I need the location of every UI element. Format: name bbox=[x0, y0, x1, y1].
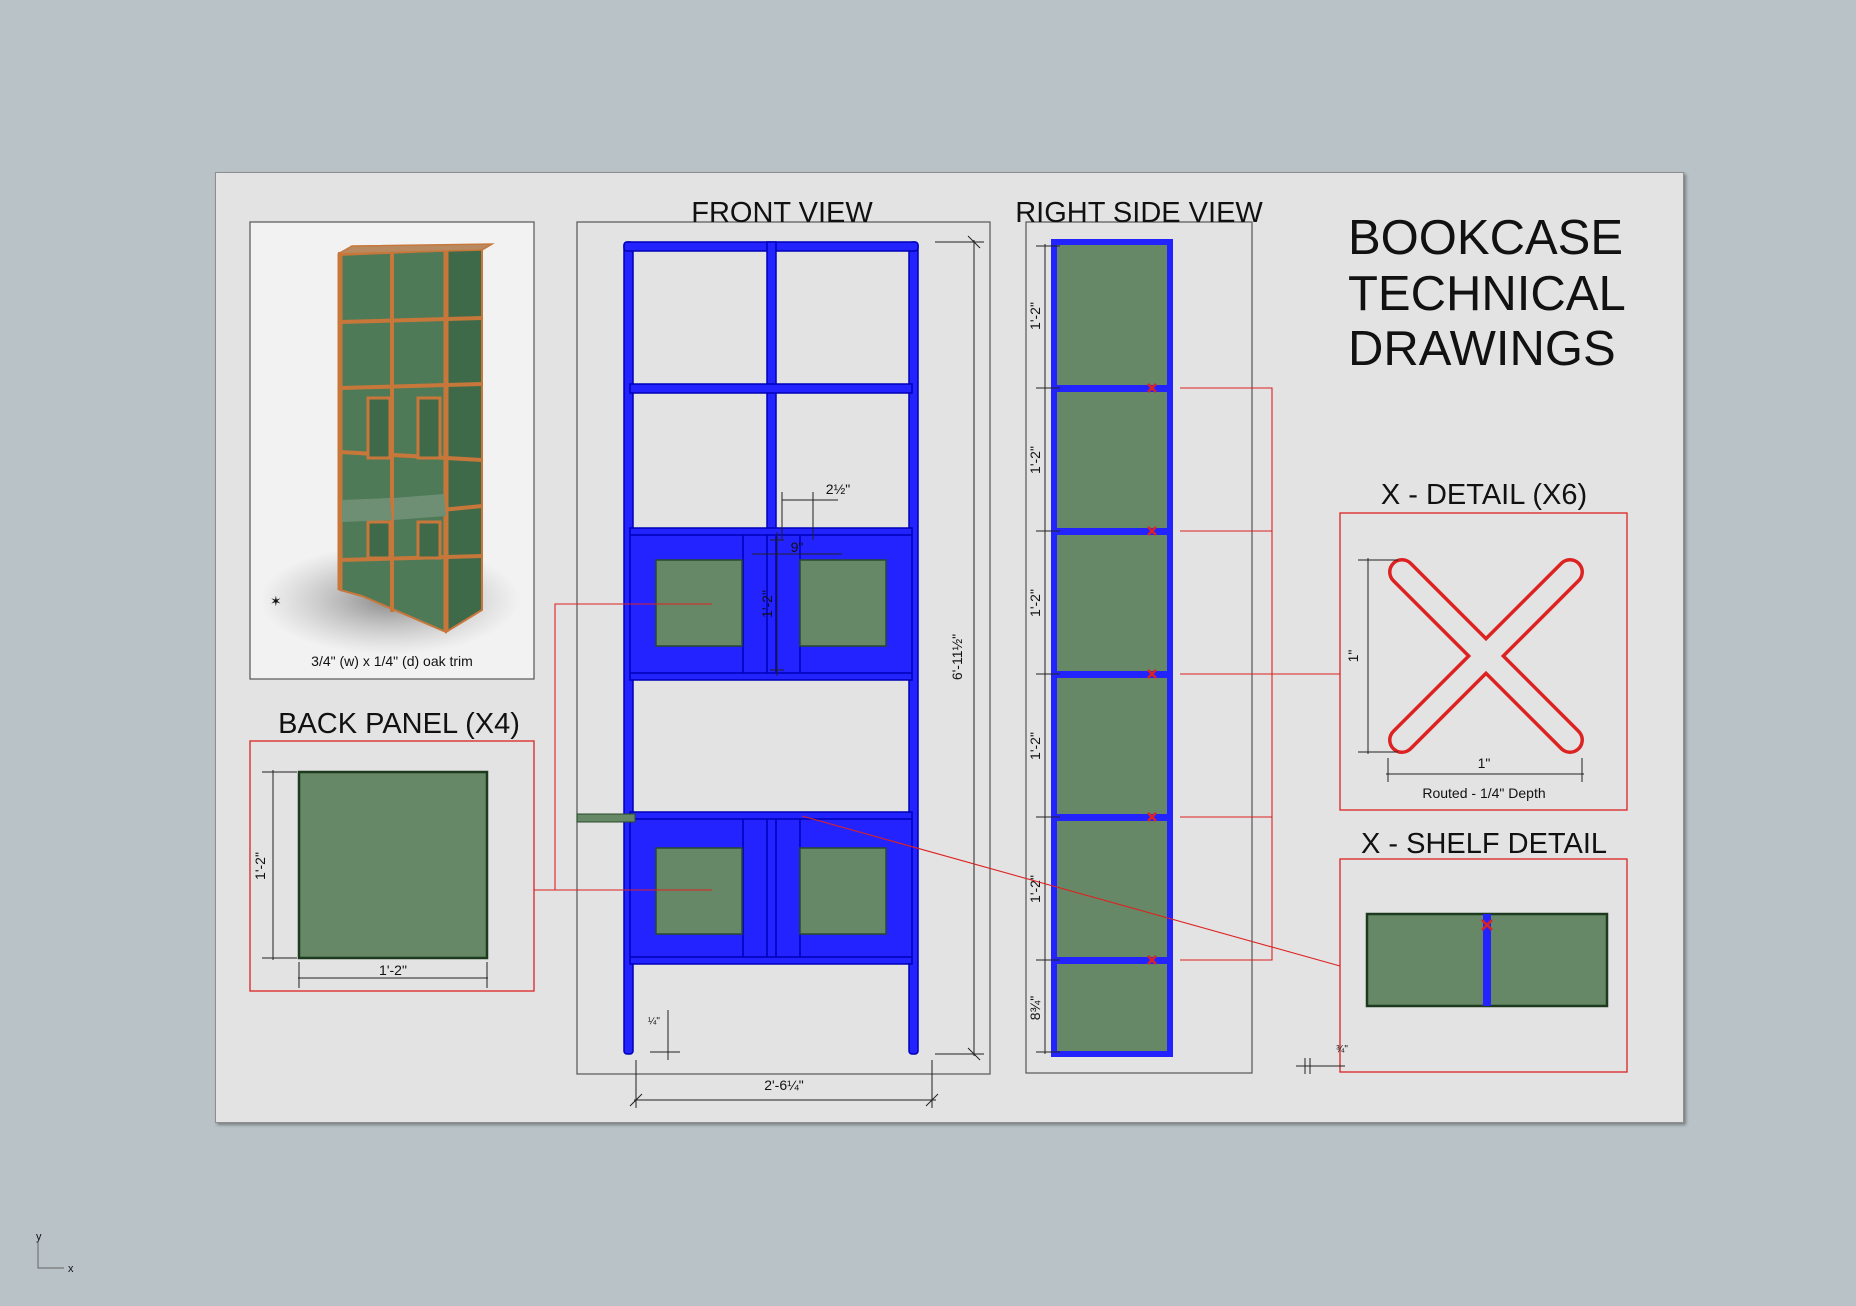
front-dim-width: 2'-6¼" bbox=[764, 1077, 804, 1093]
x-detail-dim-h: 1" bbox=[1478, 755, 1491, 771]
ucs-axis-icon bbox=[37, 1242, 64, 1269]
side-dim-bay-2: 1'-2" bbox=[1027, 446, 1043, 474]
back-panel-title: BACK PANEL (X4) bbox=[278, 708, 520, 740]
back-panel-shape bbox=[297, 770, 489, 960]
x-shelf-title: X - SHELF DETAIL bbox=[1361, 828, 1607, 860]
render-caption: 3/4" (w) x 1/4" (d) oak trim bbox=[311, 653, 473, 669]
back-panel-stub bbox=[576, 813, 636, 823]
back-panel-dim-h: 1'-2" bbox=[252, 852, 268, 880]
x-detail-routed-note: Routed - 1/4" Depth bbox=[1422, 785, 1545, 801]
title-line-2: TECHNICAL bbox=[1348, 267, 1626, 321]
back-panel-dim-w: 1'-2" bbox=[379, 962, 407, 978]
title-line-1: BOOKCASE bbox=[1348, 211, 1623, 265]
front-dim-door-width: 9" bbox=[791, 539, 804, 555]
side-dim-bay-4: 1'-2" bbox=[1027, 732, 1043, 760]
side-dim-bay-1: 1'-2" bbox=[1027, 302, 1043, 330]
front-view-title: FRONT VIEW bbox=[691, 197, 873, 229]
x-shelf-dim: ¾" bbox=[1336, 1044, 1348, 1055]
side-view-title: RIGHT SIDE VIEW bbox=[1015, 197, 1263, 229]
front-dim-height: 6'-11½" bbox=[949, 634, 965, 680]
x-shelf-detail: X - SHELF DETAIL ¾" bbox=[1296, 828, 1628, 1074]
front-dim-leg: ¼" bbox=[648, 1015, 660, 1027]
title-line-3: DRAWINGS bbox=[1348, 322, 1616, 376]
front-dim-door-gap: 2½" bbox=[826, 481, 850, 497]
side-dim-bay-3: 1'-2" bbox=[1027, 589, 1043, 617]
front-dim-door-height: 1'-2" bbox=[759, 590, 775, 618]
x-routed-inner bbox=[1391, 561, 1581, 751]
bookcase-3d-render bbox=[337, 243, 495, 634]
side-panel bbox=[1051, 239, 1173, 1057]
render-mark: ✶ bbox=[270, 593, 282, 609]
side-dim-bottom: 8¾" bbox=[1027, 996, 1043, 1020]
ucs-x-label: x bbox=[68, 1263, 74, 1275]
cad-viewport[interactable]: 3/4" (w) x 1/4" (d) oak trim ✶ FRONT VIE… bbox=[0, 0, 1856, 1306]
x-detail-title: X - DETAIL (X6) bbox=[1381, 479, 1587, 511]
x-detail-dim-v: 1" bbox=[1345, 650, 1361, 663]
x-detail: X - DETAIL (X6) 1" 1" Routed - 1/4" Dept… bbox=[1339, 479, 1628, 811]
drawing-title: BOOKCASE TECHNICAL DRAWINGS bbox=[1348, 211, 1626, 376]
drawing-canvas: 3/4" (w) x 1/4" (d) oak trim ✶ FRONT VIE… bbox=[36, 197, 1628, 1275]
ucs-y-label: y bbox=[36, 1231, 42, 1243]
front-view: FRONT VIEW 6'-11½" 2'-6¼" 2½" 9" 1'-2" ¼… bbox=[576, 197, 991, 1108]
right-side-view: RIGHT SIDE VIEW 1'-2" 1'-2" 1'-2" 1'-2" … bbox=[1015, 197, 1263, 1074]
render-viewport: 3/4" (w) x 1/4" (d) oak trim ✶ bbox=[249, 221, 535, 680]
back-panel-detail: BACK PANEL (X4) 1'-2" 1'-2" bbox=[249, 708, 535, 992]
